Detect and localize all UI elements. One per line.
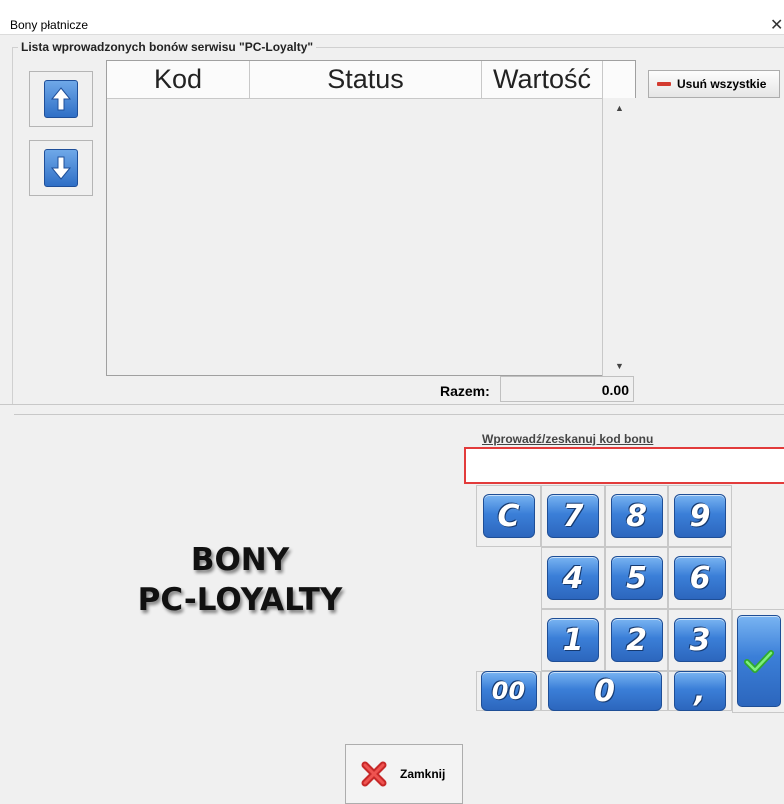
key-9[interactable]: 9 bbox=[674, 494, 726, 538]
key-clear[interactable]: C bbox=[482, 494, 535, 538]
minus-icon bbox=[657, 82, 671, 86]
column-header-kod[interactable]: Kod bbox=[107, 61, 250, 99]
accept-button[interactable] bbox=[736, 615, 781, 707]
window-close-button[interactable]: ✕ bbox=[770, 15, 783, 35]
close-button[interactable]: Zamknij bbox=[345, 744, 463, 804]
table-scrollbar[interactable]: ▲ ▼ bbox=[602, 98, 636, 376]
key-cell: 5 bbox=[605, 547, 668, 609]
key-3[interactable]: 3 bbox=[674, 618, 726, 662]
move-down-button[interactable] bbox=[29, 140, 93, 196]
key-cell: 00 bbox=[476, 671, 541, 711]
clear-all-label: Usuń wszystkie bbox=[677, 77, 767, 91]
arrow-up-icon bbox=[44, 80, 78, 118]
clear-all-button[interactable]: Usuń wszystkie bbox=[648, 70, 780, 98]
window-title: Bony płatnicze bbox=[10, 18, 89, 32]
key-cell: 1 bbox=[541, 609, 605, 671]
scroll-up-icon[interactable]: ▲ bbox=[603, 98, 636, 118]
key-cell: 2 bbox=[605, 609, 668, 671]
brand-line-1: BONY bbox=[190, 542, 290, 578]
close-button-label: Zamknij bbox=[400, 767, 446, 781]
voucher-table[interactable]: Kod Status Wartość bbox=[106, 60, 636, 376]
key-cell: 7 bbox=[541, 485, 605, 547]
voucher-code-label: Wprowadź/zeskanuj kod bonu bbox=[482, 432, 654, 446]
key-comma[interactable]: , bbox=[674, 671, 726, 711]
key-4[interactable]: 4 bbox=[547, 556, 599, 600]
key-5[interactable]: 5 bbox=[610, 556, 663, 600]
key-cell: 0 bbox=[541, 671, 668, 711]
total-value: 0.00 bbox=[500, 376, 634, 402]
voucher-list-group-label: Lista wprowadzonych bonów serwisu "PC-Lo… bbox=[18, 40, 317, 54]
brand-logo-text: BONY PC-LOYALTY bbox=[130, 540, 350, 620]
section-divider bbox=[14, 414, 784, 415]
close-x-icon bbox=[361, 761, 387, 787]
total-label: Razem: bbox=[440, 383, 490, 399]
key-cell: 8 bbox=[605, 485, 668, 547]
column-header-status[interactable]: Status bbox=[250, 61, 482, 99]
key-cell bbox=[732, 609, 784, 713]
key-cell: C bbox=[476, 485, 541, 547]
key-cell: 4 bbox=[541, 547, 605, 609]
keypad: C 7 8 9 4 5 6 1 2 3 00 0 , bbox=[476, 485, 736, 713]
section-divider bbox=[0, 404, 784, 405]
column-header-wartosc[interactable]: Wartość bbox=[482, 61, 603, 99]
key-8[interactable]: 8 bbox=[610, 494, 663, 538]
key-7[interactable]: 7 bbox=[547, 494, 599, 538]
key-00[interactable]: 00 bbox=[480, 671, 537, 711]
check-icon bbox=[743, 650, 774, 673]
title-bar bbox=[0, 0, 784, 35]
key-cell: , bbox=[668, 671, 732, 711]
column-header-filler bbox=[603, 61, 635, 99]
arrow-down-icon bbox=[44, 149, 78, 187]
key-cell: 3 bbox=[668, 609, 732, 671]
key-0[interactable]: 0 bbox=[547, 671, 662, 711]
brand-line-2: PC-LOYALTY bbox=[137, 582, 343, 618]
scroll-down-icon[interactable]: ▼ bbox=[603, 356, 636, 376]
key-cell: 9 bbox=[668, 485, 732, 547]
key-cell: 6 bbox=[668, 547, 732, 609]
key-1[interactable]: 1 bbox=[547, 618, 599, 662]
move-up-button[interactable] bbox=[29, 71, 93, 127]
voucher-code-input[interactable] bbox=[464, 447, 784, 484]
key-6[interactable]: 6 bbox=[674, 556, 726, 600]
key-2[interactable]: 2 bbox=[610, 618, 663, 662]
